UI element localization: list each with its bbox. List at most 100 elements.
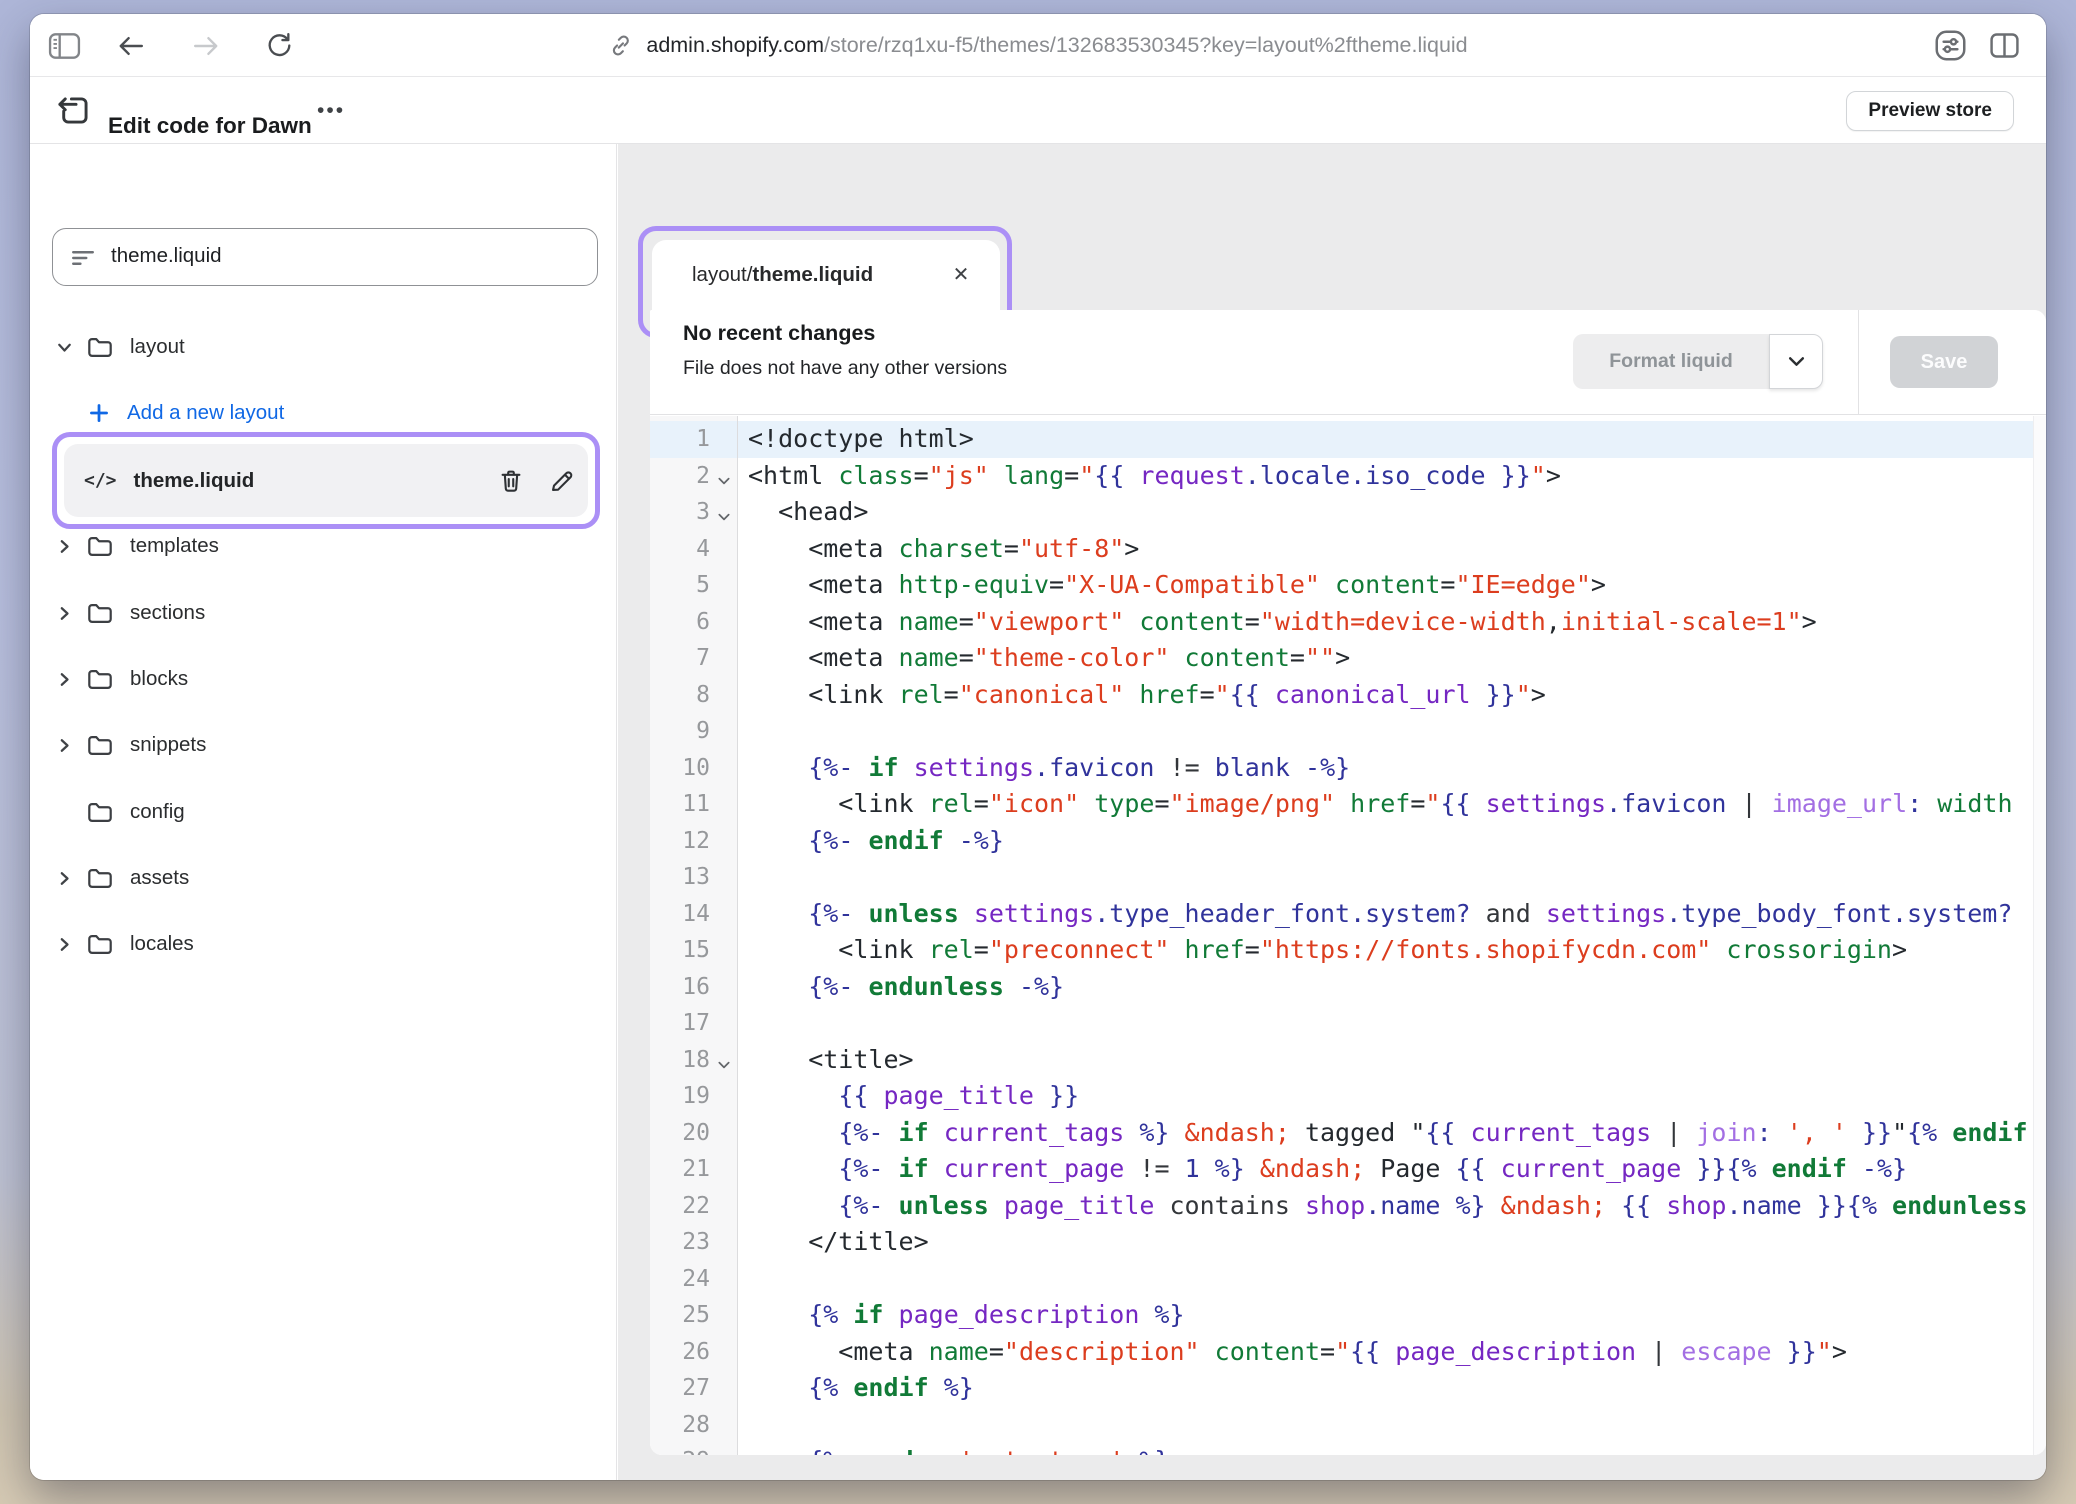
code-line-text[interactable]: <title> [748, 1042, 2046, 1079]
editor-card: No recent changes File does not have any… [650, 310, 2046, 1455]
back-icon[interactable] [110, 14, 152, 77]
fold-toggle-icon[interactable] [713, 460, 735, 497]
url-text: admin.shopify.com/store/rzq1xu-f5/themes… [646, 33, 1467, 58]
line-number: 21 [650, 1151, 710, 1188]
line-number: 12 [650, 823, 710, 860]
code-line: 13 [650, 859, 2046, 896]
line-number: 7 [650, 640, 710, 677]
code-line: 6 <meta name="viewport" content="width=d… [650, 604, 2046, 641]
code-editor[interactable]: 1 <!doctype html>2<html class="js" lang="… [650, 416, 2046, 1455]
code-line: 7 <meta name="theme-color" content=""> [650, 640, 2046, 677]
sidebar-item-locales[interactable]: locales [30, 924, 608, 964]
code-file-icon: </> [84, 470, 117, 491]
code-line-text[interactable]: {% if page_description %} [748, 1297, 2046, 1334]
code-line-text[interactable]: <meta http-equiv="X-UA-Compatible" conte… [748, 567, 2046, 604]
code-line-text[interactable]: {%- endunless -%} [748, 969, 2046, 1006]
code-line-text[interactable]: {%- if current_page != 1 %} &ndash; Page… [748, 1151, 2046, 1188]
folder-label: locales [130, 932, 194, 956]
folder-label: sections [130, 601, 205, 625]
folder-label: layout [130, 335, 185, 359]
chevron-right-icon [57, 871, 72, 886]
folder-icon [86, 601, 114, 626]
more-actions-button[interactable]: ••• [311, 78, 351, 144]
tab-theme-liquid[interactable]: layout/theme.liquid ✕ [652, 240, 1000, 310]
code-line-text[interactable]: <meta name="theme-color" content=""> [748, 640, 2046, 677]
rename-file-button[interactable] [548, 467, 576, 495]
code-line-text[interactable] [748, 859, 2046, 896]
line-number: 9 [650, 713, 710, 750]
code-line-text[interactable]: {%- if settings.favicon != blank -%} [748, 750, 2046, 787]
sidebar-item-blocks[interactable]: blocks [30, 659, 608, 699]
tab-close-icon[interactable]: ✕ [944, 257, 978, 291]
fold-toggle-icon[interactable] [713, 496, 735, 533]
code-line-text[interactable]: {% render 'meta-tags' %} [748, 1443, 2046, 1455]
code-line-text[interactable]: <link rel="canonical" href="{{ canonical… [748, 677, 2046, 714]
line-number: 3 [650, 494, 710, 531]
format-dropdown-button[interactable] [1769, 334, 1823, 389]
split-view-icon[interactable] [1982, 14, 2026, 77]
code-line: 18 <title> [650, 1042, 2046, 1079]
scrollbar[interactable] [2033, 416, 2046, 1455]
code-line-text[interactable]: <meta charset="utf-8"> [748, 531, 2046, 568]
code-line-text[interactable]: {%- if current_tags %} &ndash; tagged "{… [748, 1115, 2046, 1152]
line-number: 26 [650, 1334, 710, 1371]
code-line-text[interactable] [748, 1407, 2046, 1444]
editor-pane: layout/theme.liquid ✕ No recent changes … [618, 144, 2046, 1480]
line-number: 25 [650, 1297, 710, 1334]
chevron-right-icon [57, 606, 72, 621]
app-header: Edit code for Dawn ••• Preview store [30, 78, 2046, 144]
sidebar-item-assets[interactable]: assets [30, 858, 608, 898]
file-search-box[interactable] [52, 228, 598, 286]
sidebar-item-theme-liquid[interactable]: </>theme.liquid [64, 444, 588, 517]
code-line-text[interactable]: {% endif %} [748, 1370, 2046, 1407]
page-settings-icon[interactable] [1928, 14, 1972, 77]
code-line-text[interactable]: {%- endif -%} [748, 823, 2046, 860]
line-number: 1 [650, 421, 710, 458]
preview-store-button[interactable]: Preview store [1846, 91, 2014, 131]
fold-toggle-icon[interactable] [713, 1044, 735, 1081]
code-line-text[interactable]: {%- unless page_title contains shop.name… [748, 1188, 2046, 1225]
sidebar-item-config[interactable]: config [30, 792, 608, 832]
code-line-text[interactable] [748, 1261, 2046, 1298]
exit-code-editor-icon[interactable] [54, 92, 94, 132]
sidebar-item-sections[interactable]: sections [30, 593, 608, 633]
chevron-right-icon [57, 539, 72, 554]
code-line-text[interactable]: <meta name="description" content="{{ pag… [748, 1334, 2046, 1371]
sidebar-toggle-icon[interactable] [40, 14, 88, 77]
sidebar-item-templates[interactable]: templates [30, 526, 608, 566]
line-number: 23 [650, 1224, 710, 1261]
code-line-text[interactable]: <link rel="preconnect" href="https://fon… [748, 932, 2046, 969]
folder-icon [86, 733, 114, 758]
address-bar[interactable]: admin.shopify.com/store/rzq1xu-f5/themes… [608, 14, 1467, 77]
url-host: admin.shopify.com [646, 33, 824, 57]
code-line-text[interactable]: <meta name="viewport" content="width=dev… [748, 604, 2046, 641]
sidebar-item-layout[interactable]: layout [30, 327, 608, 367]
code-line-text[interactable]: {{ page_title }} [748, 1078, 2046, 1115]
code-line-text[interactable] [748, 1005, 2046, 1042]
line-number: 13 [650, 859, 710, 896]
search-input[interactable] [109, 230, 579, 282]
line-number: 18 [650, 1042, 710, 1079]
line-number: 4 [650, 531, 710, 568]
delete-file-button[interactable] [497, 467, 525, 495]
forward-icon[interactable] [185, 14, 227, 77]
add-new-layout-button[interactable]: Add a new layout [30, 393, 608, 433]
save-button[interactable]: Save [1890, 336, 1998, 388]
format-liquid-button[interactable]: Format liquid [1573, 334, 1769, 389]
code-line-text[interactable]: </title> [748, 1224, 2046, 1261]
sidebar-item-snippets[interactable]: snippets [30, 725, 608, 765]
code-line: 15 <link rel="preconnect" href="https://… [650, 932, 2046, 969]
code-line: 10 {%- if settings.favicon != blank -%} [650, 750, 2046, 787]
reload-icon[interactable] [258, 14, 300, 77]
code-line-text[interactable]: <html class="js" lang="{{ request.locale… [748, 458, 2046, 495]
status-title: No recent changes [683, 321, 875, 346]
code-line: 2<html class="js" lang="{{ request.local… [650, 458, 2046, 495]
folder-label: blocks [130, 667, 188, 691]
code-line-text[interactable]: {%- unless settings.type_header_font.sys… [748, 896, 2046, 933]
line-number: 5 [650, 567, 710, 604]
code-line-text[interactable]: <!doctype html> [748, 421, 2046, 458]
code-line-text[interactable] [748, 713, 2046, 750]
code-line-text[interactable]: <link rel="icon" type="image/png" href="… [748, 786, 2046, 823]
code-line-text[interactable]: <head> [748, 494, 2046, 531]
chevron-down-icon [57, 340, 72, 355]
